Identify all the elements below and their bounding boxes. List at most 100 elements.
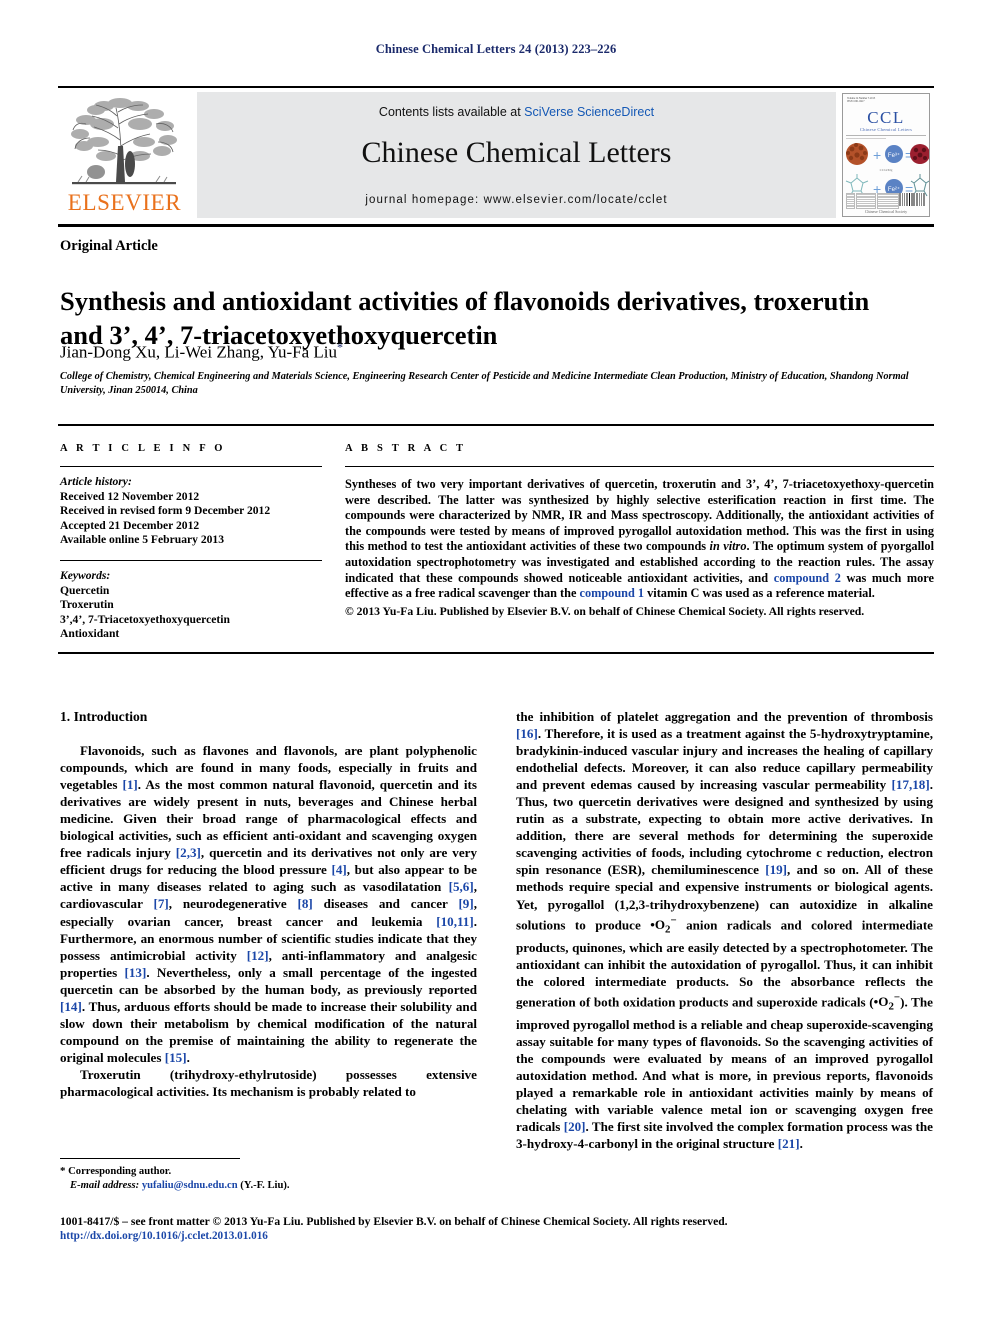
citation-ref[interactable]: [13] (125, 965, 147, 980)
abstract-italic-in-vitro: in vitro (709, 539, 747, 554)
citation-ref[interactable]: [14] (60, 999, 82, 1014)
cover-reaction-graphic-1: + Fe³⁺ = (846, 143, 929, 165)
intro-text: ). The improved pyrogallol method is a r… (516, 994, 933, 1135)
email-label: E-mail address: (70, 1179, 140, 1191)
journal-banner: ELSEVIER Contents lists available at Sci… (58, 86, 934, 218)
abstract-part-4: vitamin C was used as a reference materi… (644, 586, 875, 601)
cover-reaction-row-1: + Fe³⁺ = (843, 140, 929, 170)
author-list: Jian-Dong Xu, Li-Wei Zhang, Yu-Fa Liu* (60, 340, 910, 363)
journal-cover-thumbnail: Volume 24 Number 3 2013 ISSN 1001-8417 CC… (842, 92, 934, 218)
history-item-received: Received 12 November 2012 (60, 489, 200, 503)
svg-text:+: + (873, 147, 881, 163)
cover-acronym: CCL (867, 108, 905, 127)
elsevier-tree-icon (71, 98, 177, 185)
corresponding-author-footnote: * Corresponding author. E-mail address: … (60, 1165, 480, 1192)
abstract-column: A B S T R A C T Syntheses of two very im… (345, 443, 934, 619)
article-history: Article history: Received 12 November 20… (60, 475, 322, 548)
abstract-top-divider (58, 424, 934, 426)
page-footer: 1001-8417/$ – see front matter © 2013 Yu… (60, 1214, 936, 1244)
citation-ref[interactable]: [19] (765, 862, 787, 877)
abstract-heading: A B S T R A C T (345, 443, 467, 454)
elsevier-logo: ELSEVIER (58, 92, 191, 218)
contents-available-line: Contents lists available at SciVerse Sci… (197, 105, 836, 119)
citation-ref[interactable]: [10,11] (436, 914, 473, 929)
keyword-item: 3’,4’, 7-Triacetoxyethoxyquercetin (60, 612, 230, 626)
keyword-item: Troxerutin (60, 598, 114, 612)
header-divider (58, 224, 934, 227)
svg-text:Fe³⁺: Fe³⁺ (888, 152, 900, 159)
radical-symbol: •O (650, 916, 666, 932)
corresponding-author-marker: * (337, 340, 344, 354)
citation-ref[interactable]: [21] (778, 1136, 800, 1151)
email-link[interactable]: yufaliu@sdnu.edu.cn (142, 1180, 238, 1191)
elsevier-wordmark: ELSEVIER (67, 190, 182, 215)
keyword-item: Antioxidant (60, 627, 120, 641)
footnote-corresponding-text: Corresponding author. (68, 1166, 172, 1177)
journal-article-page: Chinese Chemical Letters 24 (2013) 223–2… (0, 0, 992, 1323)
article-history-label: Article history: (60, 475, 132, 488)
intro-paragraph-1: Flavonoids, such as flavones and flavono… (60, 742, 477, 1066)
intro-text: the inhibition of platelet aggregation a… (516, 709, 933, 724)
keywords-rule (60, 559, 322, 561)
compound-2-link[interactable]: compound 2 (774, 571, 841, 585)
footnote-marker: * (60, 1165, 66, 1177)
title-line-1: Synthesis and antioxidant activities of … (60, 285, 870, 316)
journal-homepage-link[interactable]: journal homepage: www.elsevier.com/locat… (197, 194, 836, 206)
abstract-rule (345, 466, 934, 467)
footnote-divider (60, 1158, 240, 1159)
banner-center-panel: Contents lists available at SciVerse Sci… (197, 92, 836, 218)
cover-subtitle: Chinese Chemical Letters (859, 127, 913, 132)
sciencedirect-link[interactable]: SciVerse ScienceDirect (524, 105, 654, 119)
history-item-online: Available online 5 February 2013 (60, 533, 225, 547)
citation-ref[interactable]: [17,18] (892, 777, 930, 792)
keywords-label: Keywords: (60, 568, 111, 582)
keyword-item: Quercetin (60, 583, 110, 597)
citation-ref[interactable]: [9] (458, 896, 473, 911)
intro-text: . Therefore, it is used as a treatment a… (516, 726, 933, 793)
intro-text: . (799, 1136, 803, 1152)
citation-ref[interactable]: [1] (123, 777, 138, 792)
author-names: Jian-Dong Xu, Li-Wei Zhang, Yu-Fa Liu (60, 342, 338, 362)
history-item-revised: Received in revised form 9 December 2012 (60, 504, 271, 518)
citation-ref[interactable]: [15] (165, 1050, 187, 1065)
cover-caption-1: CCl4/Mg (879, 168, 893, 172)
citation-ref[interactable]: [8] (298, 896, 313, 911)
keywords-block: Keywords: Quercetin Troxerutin 3’,4’, 7-… (60, 569, 322, 642)
article-info-heading: A R T I C L E I N F O (60, 443, 226, 454)
citation-ref[interactable]: [7] (154, 896, 169, 911)
journal-title: Chinese Chemical Letters (361, 136, 672, 169)
intro-text: . Thus, arduous efforts should be made t… (60, 998, 477, 1065)
superoxide-radical-notation: •O2− (650, 915, 676, 936)
citation-ref[interactable]: [16] (516, 726, 538, 741)
section-heading-introduction: 1. Introduction (60, 709, 148, 724)
abstract-copyright: © 2013 Yu-Fa Liu. Published by Elsevier … (345, 604, 865, 618)
citation-ref[interactable]: [5,6] (449, 879, 474, 894)
intro-text: , neurodegenerative (168, 896, 298, 912)
article-info-rule (60, 466, 322, 467)
citation-ref[interactable]: [4] (331, 862, 346, 877)
barcode-icon (899, 193, 925, 206)
body-column-right: the inhibition of platelet aggregation a… (516, 708, 933, 1152)
radical-symbol: •O (873, 994, 889, 1010)
front-matter-line: 1001-8417/$ – see front matter © 2013 Yu… (60, 1215, 728, 1228)
citation-ref[interactable]: [20] (564, 1119, 586, 1134)
body-column-left: 1. Introduction Flavonoids, such as flav… (60, 708, 477, 1100)
citation-ref[interactable]: [2,3] (176, 845, 201, 860)
citation-ref[interactable]: [12] (247, 948, 269, 963)
abstract-text: Syntheses of two very important derivati… (345, 477, 934, 602)
intro-paragraph-2: Troxerutin (trihydroxy-ethylrutoside) po… (60, 1066, 477, 1099)
intro-paragraph-continued: the inhibition of platelet aggregation a… (516, 708, 933, 1152)
superoxide-radical-notation: •O2− (873, 992, 900, 1013)
article-type-label: Original Article (60, 238, 158, 254)
intro-text: diseases and cancer (312, 896, 459, 912)
article-info-column: A R T I C L E I N F O Article history: R… (60, 443, 322, 642)
cover-society-name: Chinese Chemical Society (864, 208, 908, 214)
contents-prefix: Contents lists available at (378, 105, 525, 119)
intro-text: . (186, 1049, 190, 1065)
compound-1-link[interactable]: compound 1 (579, 586, 644, 600)
doi-link[interactable]: http://dx.doi.org/10.1016/j.cclet.2013.0… (60, 1229, 936, 1244)
affiliation: College of Chemistry, Chemical Engineeri… (60, 371, 909, 396)
cover-masthead-note: Volume 24 Number 3 2013 ISSN 1001-8417 (847, 97, 876, 104)
history-item-accepted: Accepted 21 December 2012 (60, 518, 200, 532)
svg-text:Fe²⁺: Fe²⁺ (888, 186, 900, 193)
